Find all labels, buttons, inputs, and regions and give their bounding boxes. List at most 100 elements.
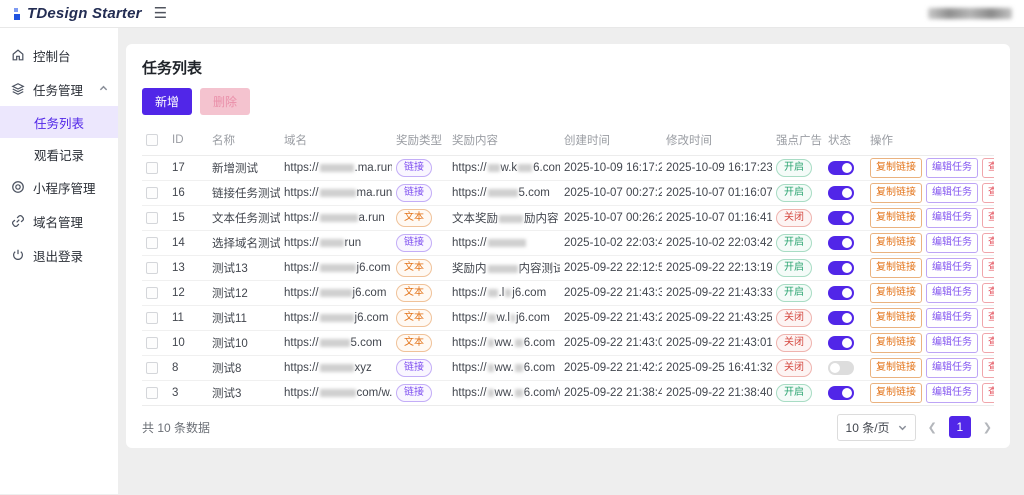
table-row: 10 测试10 https://5.com 文本 https://ww. 6.com 202… [142, 330, 994, 356]
row-checkbox[interactable] [146, 336, 158, 349]
edit-task-button[interactable]: 编辑任务 [926, 283, 978, 303]
cell-reward-content: https:// [448, 230, 560, 256]
row-checkbox[interactable] [146, 386, 158, 399]
edit-task-button[interactable]: 编辑任务 [926, 383, 978, 403]
reward-type-tag: 文本 [396, 284, 432, 302]
ad-status-tag: 开启 [776, 384, 812, 402]
status-toggle[interactable] [828, 236, 854, 250]
sidebar-item-home[interactable]: 控制台 [0, 38, 118, 72]
view-data-button[interactable]: 查看数据 [982, 308, 994, 328]
row-checkbox[interactable] [146, 261, 158, 274]
logo-mark-icon [12, 7, 20, 20]
copy-link-button[interactable]: 复制链接 [870, 333, 922, 353]
sidebar-item-link[interactable]: 域名管理 [0, 204, 118, 238]
edit-task-button[interactable]: 编辑任务 [926, 158, 978, 178]
view-data-button[interactable]: 查看数据 [982, 283, 994, 303]
sidebar-item-label: 任务管理 [33, 83, 84, 98]
edit-task-button[interactable]: 编辑任务 [926, 208, 978, 228]
table-row: 13测试13https://j6.com文本奖励内内容测试...2025-09-… [142, 255, 994, 281]
edit-task-button[interactable]: 编辑任务 [926, 358, 978, 378]
cell-modified-time: 2025-09-22 21:43:25 [662, 305, 772, 331]
user-name-redacted[interactable] [928, 8, 1012, 19]
view-data-button[interactable]: 查看数据 [982, 333, 994, 353]
redacted-text [505, 288, 512, 297]
column-header: 名称 [208, 125, 280, 156]
status-toggle[interactable] [828, 336, 854, 350]
view-data-button[interactable]: 查看数据 [982, 358, 994, 378]
cell-id: 3 [168, 380, 208, 406]
copy-link-button[interactable]: 复制链接 [870, 183, 922, 203]
prev-page-button[interactable]: ❮ [926, 421, 939, 434]
add-button[interactable]: 新增 [142, 88, 193, 115]
status-toggle[interactable] [828, 311, 854, 325]
copy-link-button[interactable]: 复制链接 [870, 283, 922, 303]
redacted-text [487, 363, 494, 372]
page-size-value: 10 条/页 [845, 420, 890, 435]
cell-id: 14 [168, 230, 208, 256]
cell-domain: https://a.run [280, 205, 392, 231]
copy-link-button[interactable]: 复制链接 [870, 308, 922, 328]
copy-link-button[interactable]: 复制链接 [870, 208, 922, 228]
redacted-text [319, 163, 354, 172]
cell-domain: https://run [280, 230, 392, 256]
edit-task-button[interactable]: 编辑任务 [926, 308, 978, 328]
row-checkbox[interactable] [146, 286, 158, 299]
cell-name: 文本任务测试 [208, 205, 280, 231]
task-list-card: 任务列表 新增 删除 ID 名称 域名 奖励类型 奖励内容 创建时间 修改时间 强点广告 状态操… [126, 44, 1010, 448]
sidebar-item-power[interactable]: 退出登录 [0, 238, 118, 272]
sidebar-item-layers[interactable]: 任务管理 [0, 72, 118, 106]
status-toggle[interactable] [828, 361, 854, 375]
row-checkbox[interactable] [146, 211, 158, 224]
edit-task-button[interactable]: 编辑任务 [926, 183, 978, 203]
row-checkbox[interactable] [146, 161, 158, 174]
page-number-1[interactable]: 1 [948, 416, 971, 438]
cell-created-time: 2025-10-07 00:26:26 [560, 205, 662, 231]
status-toggle[interactable] [828, 286, 854, 300]
menu-collapse-icon[interactable]: ☰ [154, 6, 167, 21]
view-data-button[interactable]: 查看数据 [982, 258, 994, 278]
select-all-checkbox[interactable] [146, 133, 158, 146]
cell-domain: https://com/w... [280, 380, 392, 406]
status-toggle[interactable] [828, 386, 854, 400]
cell-name: 新增测试 [208, 155, 280, 181]
table-row: 8 测试8 https://xyz 链接 https://ww. 6.com 2025-09… [142, 355, 994, 381]
status-toggle[interactable] [828, 161, 854, 175]
cell-reward-content: https://w.k6.com [448, 155, 560, 181]
copy-link-button[interactable]: 复制链接 [870, 383, 922, 403]
sidebar-subitem[interactable]: 观看记录 [0, 138, 118, 170]
delete-button[interactable]: 删除 [200, 88, 251, 115]
row-checkbox[interactable] [146, 186, 158, 199]
column-header: 奖励类型 [392, 125, 448, 156]
row-checkbox[interactable] [146, 311, 158, 324]
view-data-button[interactable]: 查看数据 [982, 233, 994, 253]
view-data-button[interactable]: 查看数据 [982, 158, 994, 178]
view-data-button[interactable]: 查看数据 [982, 183, 994, 203]
cell-domain: https://xyz [280, 355, 392, 381]
sidebar-item-miniapp[interactable]: 小程序管理 [0, 170, 118, 204]
edit-task-button[interactable]: 编辑任务 [926, 233, 978, 253]
status-toggle[interactable] [828, 186, 854, 200]
cell-domain: https://.ma.run [280, 155, 392, 181]
status-toggle[interactable] [828, 211, 854, 225]
view-data-button[interactable]: 查看数据 [982, 383, 994, 403]
cell-reward-content: https://ww.6.com/w... [448, 380, 560, 406]
copy-link-button[interactable]: 复制链接 [870, 233, 922, 253]
view-data-button[interactable]: 查看数据 [982, 208, 994, 228]
cell-id: 17 [168, 155, 208, 181]
status-toggle[interactable] [828, 261, 854, 275]
reward-type-tag: 链接 [396, 359, 432, 377]
row-checkbox[interactable] [146, 236, 158, 249]
page-size-select[interactable]: 10 条/页 [836, 413, 916, 441]
next-page-button[interactable]: ❯ [981, 421, 994, 434]
sidebar-subitem[interactable]: 任务列表 [0, 106, 118, 138]
cell-id: 12 [168, 280, 208, 306]
copy-link-button[interactable]: 复制链接 [870, 258, 922, 278]
copy-link-button[interactable]: 复制链接 [870, 358, 922, 378]
copy-link-button[interactable]: 复制链接 [870, 158, 922, 178]
row-checkbox[interactable] [146, 361, 158, 374]
ad-status-tag: 关闭 [776, 334, 812, 352]
redacted-text [499, 214, 523, 223]
edit-task-button[interactable]: 编辑任务 [926, 258, 978, 278]
cell-modified-time: 2025-09-22 21:43:01 [662, 330, 772, 356]
edit-task-button[interactable]: 编辑任务 [926, 333, 978, 353]
